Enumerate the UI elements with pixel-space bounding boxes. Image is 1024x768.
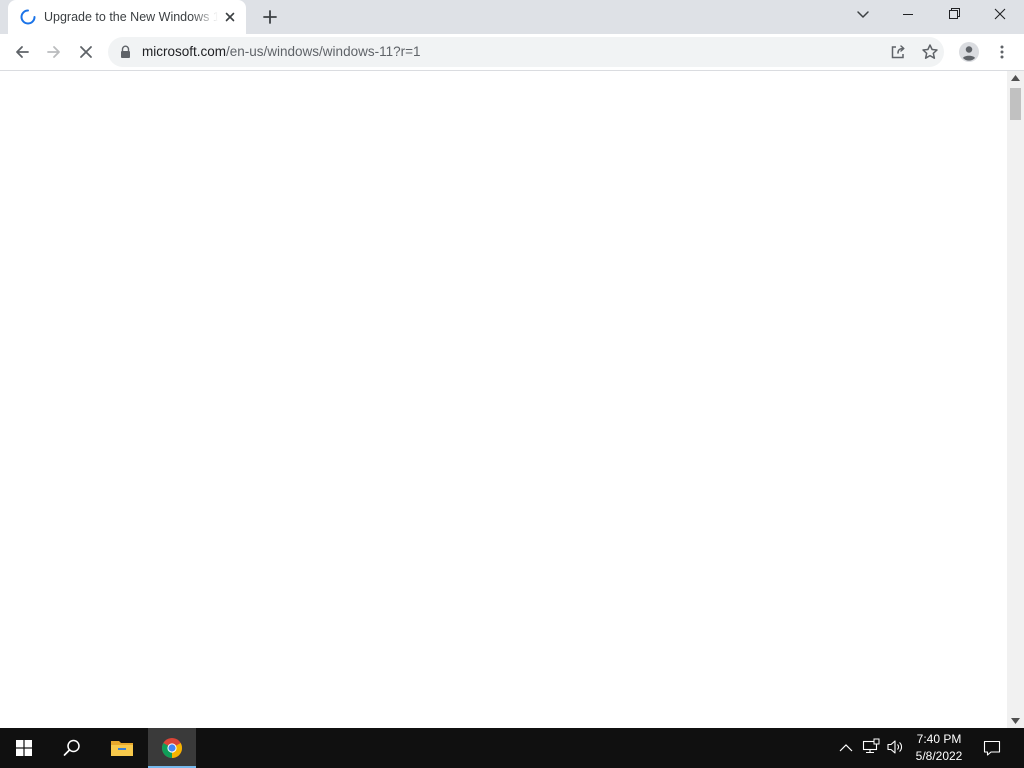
star-icon[interactable]: [920, 42, 940, 62]
taskbar: 7:40 PM 5/8/2022: [0, 728, 1024, 768]
loading-spinner-icon: [20, 9, 36, 25]
taskbar-file-explorer[interactable]: [98, 728, 146, 768]
new-tab-button[interactable]: [258, 5, 282, 29]
tab-search-button[interactable]: [850, 4, 876, 26]
avatar-icon: [959, 42, 979, 62]
scroll-down-arrow-icon[interactable]: [1011, 718, 1020, 724]
url-path: /en-us/windows/windows-11?r=1: [226, 44, 421, 59]
page-content: [0, 71, 1007, 728]
back-button[interactable]: [8, 38, 36, 66]
close-window-button[interactable]: [977, 0, 1023, 30]
arrow-left-icon: [16, 46, 29, 58]
taskbar-clock[interactable]: 7:40 PM 5/8/2022: [906, 731, 972, 767]
vertical-scrollbar[interactable]: [1007, 71, 1024, 728]
browser-menu-button[interactable]: [988, 38, 1016, 66]
file-explorer-icon: [111, 741, 133, 756]
search-icon: [63, 739, 80, 756]
tab-strip: Upgrade to the New Windows 11 OS | Micro…: [0, 0, 1024, 34]
browser-toolbar: microsoft.com/en-us/windows/windows-11?r…: [0, 34, 1024, 71]
scroll-thumb[interactable]: [1010, 88, 1021, 120]
taskbar-chrome[interactable]: [148, 728, 196, 768]
restore-button[interactable]: [931, 0, 977, 30]
chrome-icon: [162, 738, 182, 758]
clock-date: 5/8/2022: [915, 749, 963, 763]
search-button[interactable]: [48, 728, 96, 768]
browser-tab[interactable]: Upgrade to the New Windows 11 OS | Micro…: [8, 0, 246, 34]
volume-icon[interactable]: [886, 738, 904, 756]
windows-logo-icon: [16, 740, 32, 756]
action-center-button[interactable]: [978, 728, 1024, 768]
profile-button[interactable]: [955, 38, 983, 66]
clock-time: 7:40 PM: [916, 732, 962, 746]
stop-loading-button[interactable]: [72, 38, 100, 66]
scroll-up-arrow-icon[interactable]: [1011, 75, 1020, 81]
notification-icon: [983, 740, 1001, 756]
tab-title: Upgrade to the New Windows 11 OS | Micro…: [44, 10, 218, 24]
kebab-menu-icon: [1000, 45, 1004, 59]
arrow-right-icon: [47, 46, 60, 58]
stop-x-icon: [80, 46, 92, 58]
share-icon[interactable]: [888, 42, 908, 62]
minimize-button[interactable]: [885, 0, 931, 30]
forward-button[interactable]: [40, 38, 68, 66]
network-icon[interactable]: [862, 738, 880, 756]
close-icon[interactable]: [222, 9, 238, 25]
url-host: microsoft.com: [142, 44, 227, 59]
address-bar[interactable]: microsoft.com/en-us/windows/windows-11?r…: [108, 37, 944, 67]
chevron-up-icon[interactable]: [839, 742, 853, 754]
lock-icon[interactable]: [120, 45, 131, 59]
start-button[interactable]: [0, 728, 48, 768]
url-text[interactable]: microsoft.com/en-us/windows/windows-11?r…: [142, 44, 421, 60]
